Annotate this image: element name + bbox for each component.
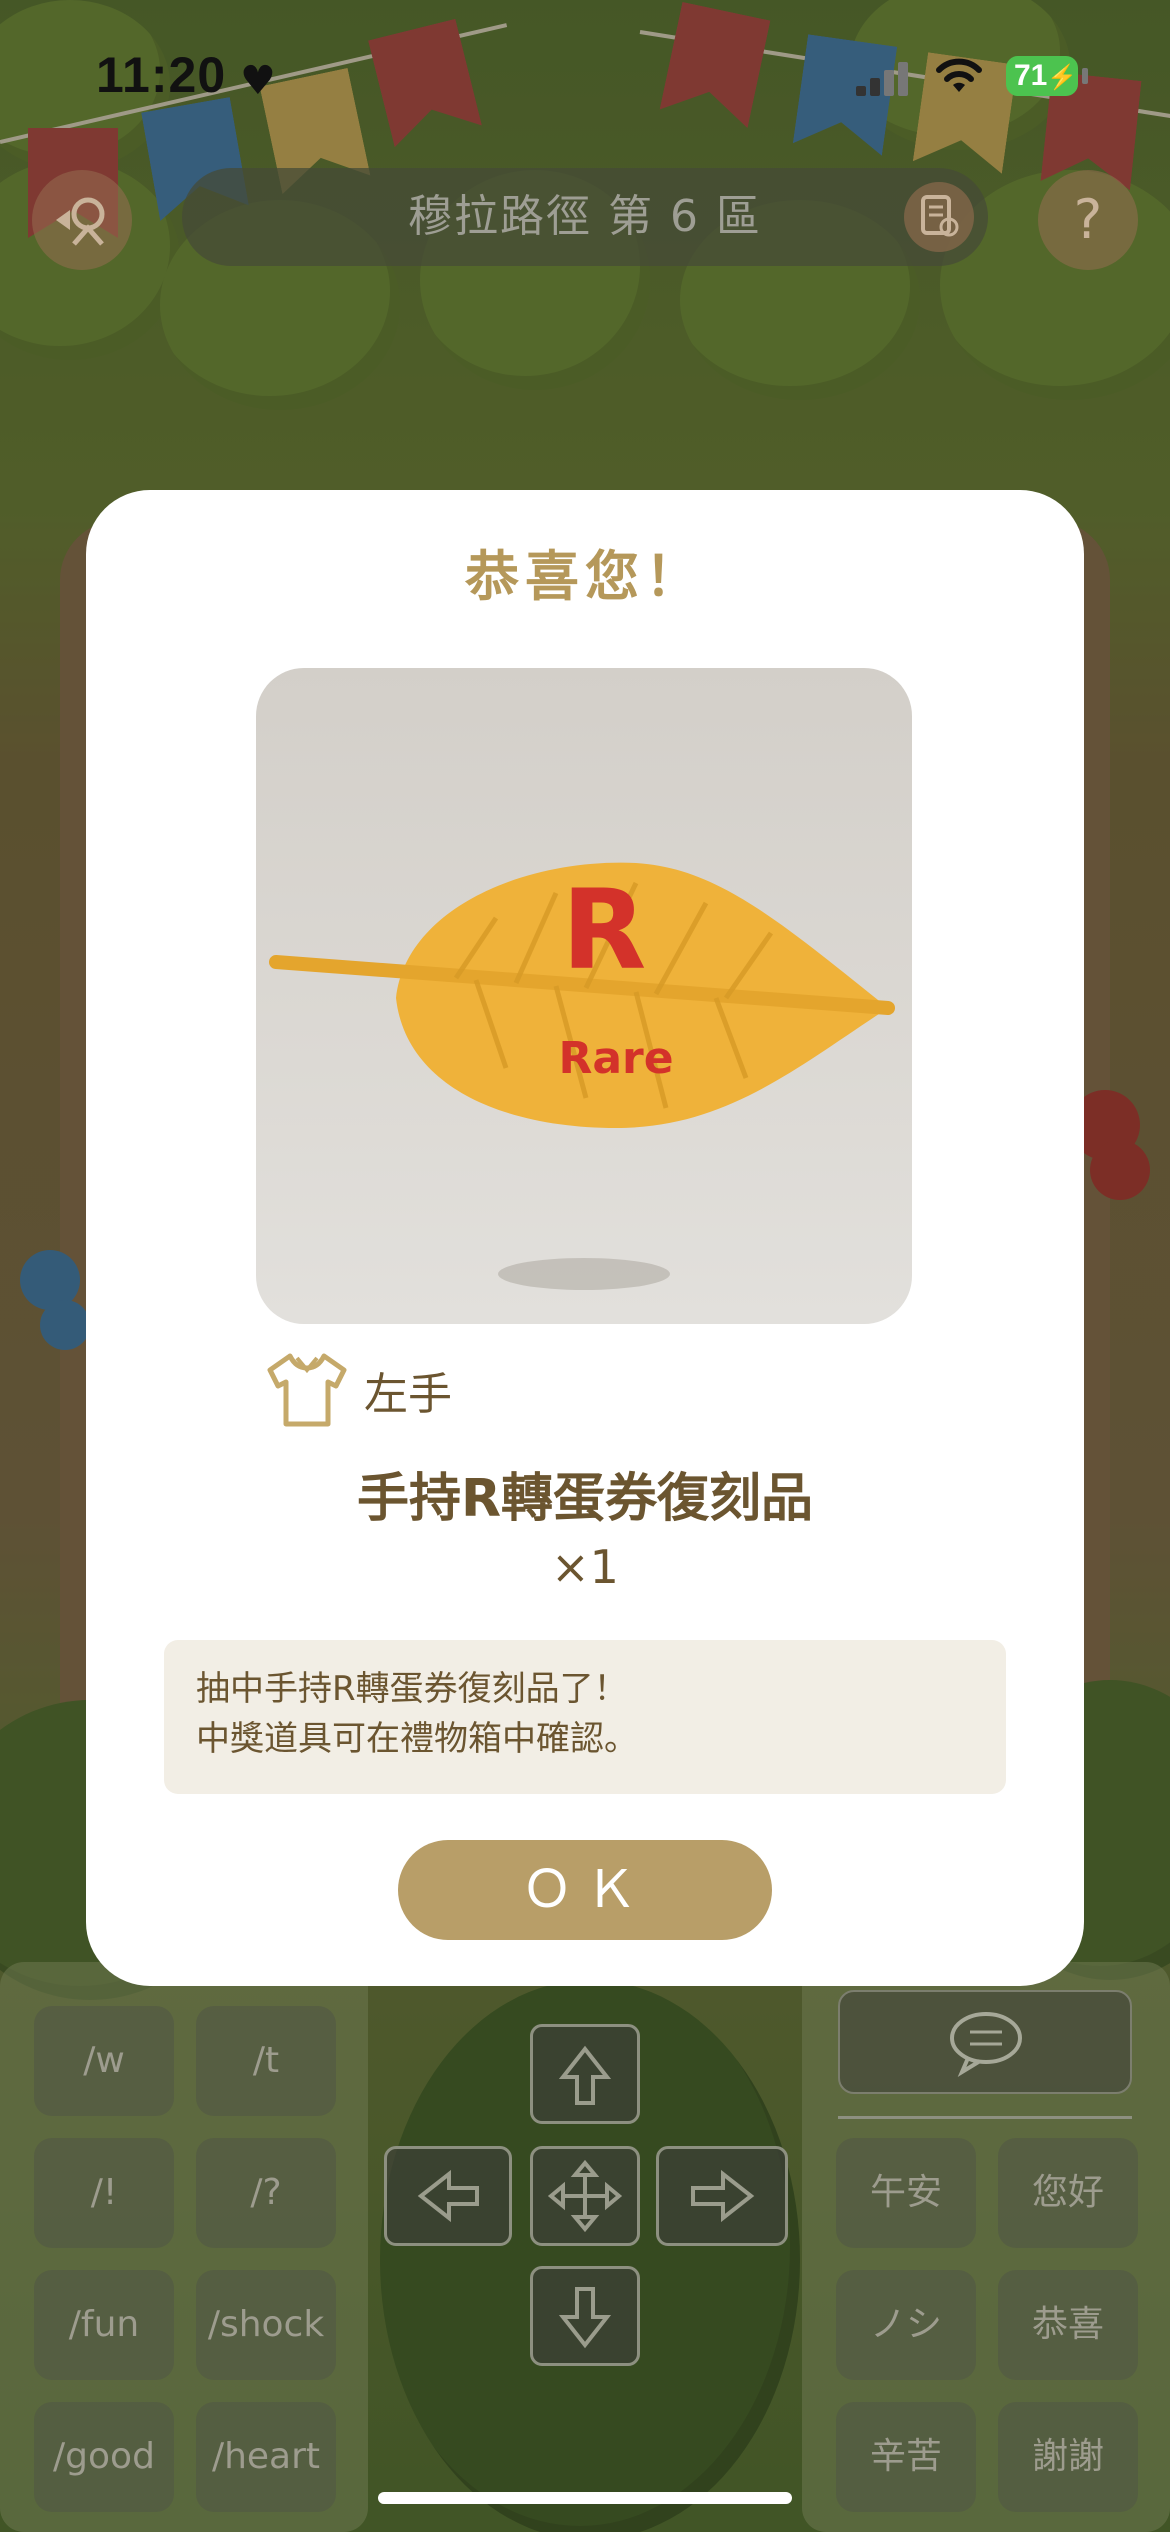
document-icon — [921, 195, 959, 237]
heart-icon: ♥ — [240, 58, 276, 104]
cellular-signal-icon — [856, 62, 912, 96]
help-button[interactable]: ? — [1038, 170, 1138, 270]
home-indicator[interactable] — [378, 2492, 792, 2504]
emote-key[interactable]: /fun — [34, 2270, 174, 2380]
arrow-left-icon — [417, 2169, 479, 2223]
divider — [838, 2116, 1132, 2119]
chat-bubble-icon — [950, 2012, 1022, 2077]
item-art-letter: R — [562, 866, 647, 994]
battery-cap — [1082, 68, 1088, 84]
emote-key[interactable]: /? — [196, 2138, 336, 2248]
emote-key[interactable]: /heart — [196, 2402, 336, 2512]
clock: 11:20 — [96, 47, 227, 103]
wifi-icon — [936, 58, 982, 92]
leaf-ticket-icon: R Rare — [269, 862, 895, 1290]
message-line: 中獎道具可在禮物箱中確認。 — [196, 1719, 638, 1759]
item-preview-card: R Rare — [256, 668, 912, 1324]
chat-input-button[interactable] — [838, 1990, 1132, 2094]
dpad-right-button[interactable] — [656, 2146, 788, 2246]
phrase-key[interactable]: 您好 — [998, 2138, 1138, 2248]
dialog-title: 恭喜您！ — [465, 545, 705, 608]
phrase-key[interactable]: 辛苦 — [836, 2402, 976, 2512]
ok-button[interactable]: ＯＫ — [398, 1840, 772, 1940]
message-line: 抽中手持R轉蛋券復刻品了！ — [196, 1669, 628, 1709]
dpad-down-button[interactable] — [530, 2266, 640, 2366]
message-box: 抽中手持R轉蛋券復刻品了！ 中獎道具可在禮物箱中確認。 — [164, 1640, 1006, 1794]
move-icon — [547, 2159, 623, 2233]
reward-dialog: 恭喜您！ R Rare 左手 手持R轉蛋券復刻品 ×1 抽中手持R轉蛋券復刻品了… — [86, 490, 1084, 1986]
phrase-key[interactable]: 恭喜 — [998, 2270, 1138, 2380]
dpad-left-button[interactable] — [384, 2146, 512, 2246]
phrase-key[interactable]: 午安 — [836, 2138, 976, 2248]
battery-level: 71 — [1014, 59, 1048, 92]
emote-key[interactable]: /good — [34, 2402, 174, 2512]
phrase-key[interactable]: ノシ — [836, 2270, 976, 2380]
emote-key[interactable]: /w — [34, 2006, 174, 2116]
charging-bolt-icon: ⚡ — [1047, 64, 1078, 91]
return-arrow-icon — [56, 197, 105, 246]
location-title: 穆拉路徑 第 6 區 — [408, 191, 762, 242]
dpad-center-button[interactable] — [530, 2146, 640, 2246]
emote-key[interactable]: /shock — [196, 2270, 336, 2380]
back-to-town-button[interactable] — [32, 170, 132, 270]
slot-label: 左手 — [364, 1369, 452, 1420]
location-bar: 穆拉路徑 第 6 區 — [182, 168, 988, 266]
battery-indicator: 71⚡ — [1006, 56, 1078, 96]
phrase-key[interactable]: 謝謝 — [998, 2402, 1138, 2512]
item-art-subtext: Rare — [558, 1033, 673, 1084]
dpad-up-button[interactable] — [530, 2024, 640, 2124]
arrow-right-icon — [691, 2169, 755, 2223]
shirt-icon — [267, 1353, 347, 1427]
arrow-down-icon — [558, 2287, 612, 2349]
item-quantity: ×1 — [551, 1540, 619, 1594]
item-name: 手持R轉蛋券復刻品 — [356, 1469, 814, 1529]
status-bar: 11:20 ♥ 71⚡ — [0, 0, 1170, 150]
arrow-up-icon — [558, 2045, 612, 2105]
emote-key[interactable]: /t — [196, 2006, 336, 2116]
map-info-button[interactable] — [904, 182, 974, 252]
help-icon: ? — [1073, 188, 1103, 251]
emote-key[interactable]: /! — [34, 2138, 174, 2248]
